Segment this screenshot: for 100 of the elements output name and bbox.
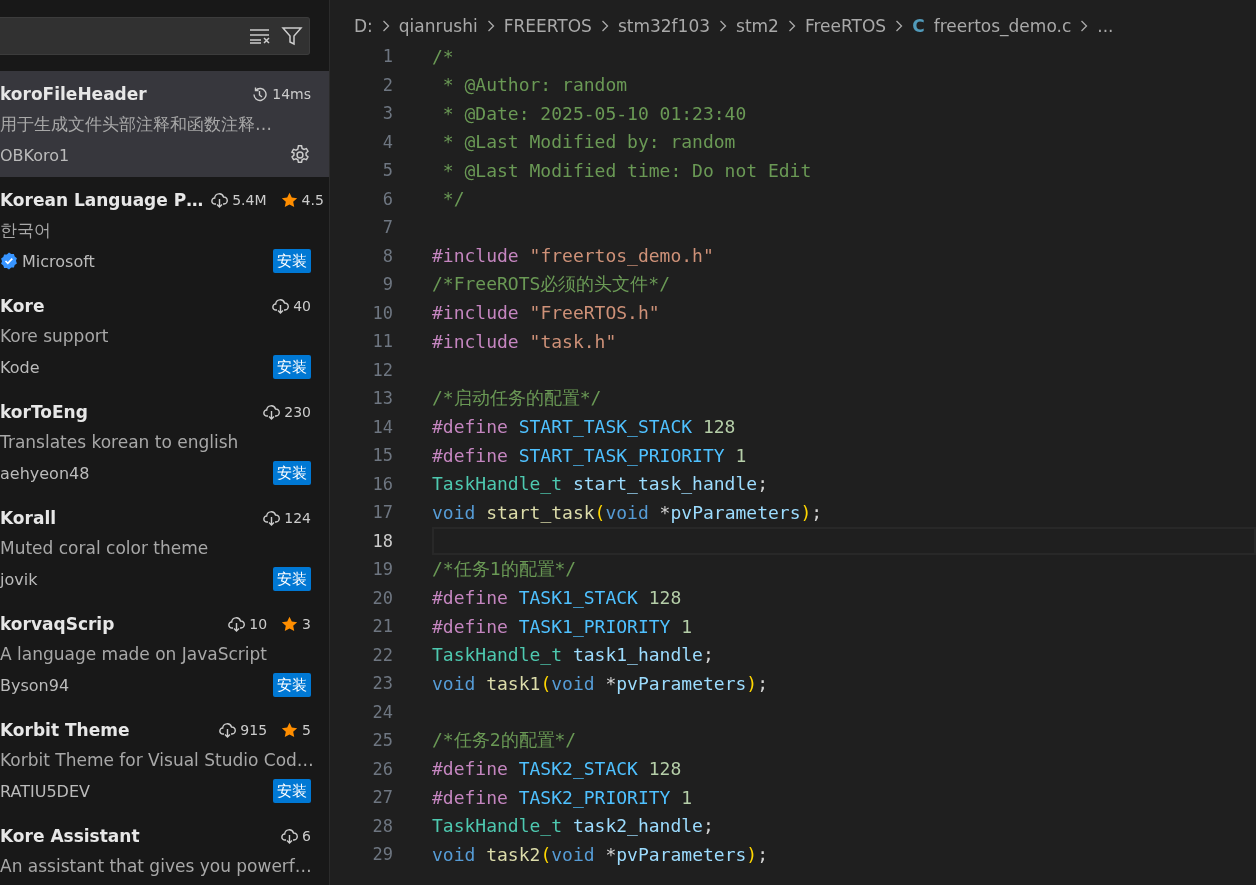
code-line: /*任务2的配置*/ bbox=[432, 728, 577, 753]
line-number: 29 bbox=[371, 844, 393, 865]
install-button[interactable]: 安装 bbox=[273, 779, 311, 803]
extension-description: Muted coral color theme bbox=[0, 537, 210, 560]
code-line: #include "FreeRTOS.h" bbox=[432, 302, 660, 324]
verified-icon bbox=[0, 252, 18, 270]
code-line: #define TASK1_PRIORITY 1 bbox=[432, 615, 693, 637]
line-number: 24 bbox=[371, 701, 393, 722]
star-icon bbox=[281, 722, 299, 738]
line-number: 16 bbox=[371, 473, 393, 494]
line-number: 25 bbox=[371, 730, 393, 751]
clear-filter-icon[interactable] bbox=[249, 28, 271, 44]
breadcrumb-item[interactable]: qianrushi bbox=[398, 16, 478, 36]
install-button[interactable]: 安装 bbox=[273, 249, 311, 273]
search-field[interactable] bbox=[0, 17, 310, 55]
extension-description: A language made on JavaScript bbox=[0, 643, 268, 666]
code-line: * @Last Modified by: random bbox=[441, 131, 736, 153]
breadcrumb-item[interactable]: FREERTOS bbox=[503, 16, 592, 36]
extension-name: Korall bbox=[0, 508, 58, 528]
code-line: #define TASK1_STACK 128 bbox=[432, 587, 682, 609]
line-number: 7 bbox=[381, 217, 393, 238]
breadcrumb-item[interactable]: D: bbox=[354, 16, 373, 36]
extension-name: Korean Language P… bbox=[0, 190, 204, 210]
chevron-icon bbox=[600, 20, 609, 32]
extension-item[interactable]: Korean Language P… 5.4M 4.5 한국어 Microsoft 安装 bbox=[0, 177, 329, 283]
extension-name: korvaqScrip bbox=[0, 614, 116, 634]
breadcrumb-more[interactable]: ... bbox=[1097, 16, 1114, 36]
rating: 3 bbox=[302, 616, 311, 632]
rating: 5 bbox=[302, 722, 311, 738]
breadcrumb-item[interactable]: stm32f103 bbox=[617, 16, 711, 36]
extension-item[interactable]: Korall 124 Muted coral color theme jovik 安装 bbox=[0, 495, 329, 601]
code-line: TaskHandle_t task1_handle; bbox=[432, 644, 714, 666]
publisher-name: Kode bbox=[0, 357, 40, 377]
chevron-icon bbox=[719, 20, 728, 32]
code-line: #define TASK2_STACK 128 bbox=[432, 758, 682, 780]
code-line: * @Last Modified time: Do not Edit bbox=[441, 159, 812, 181]
line-number: 1 bbox=[381, 46, 393, 67]
code-line: /*启动任务的配置*/ bbox=[432, 386, 602, 411]
code-line: TaskHandle_t start_task_handle; bbox=[432, 473, 768, 495]
code-line: #include "freertos_demo.h" bbox=[432, 245, 714, 267]
line-number: 21 bbox=[371, 616, 393, 637]
install-button[interactable]: 安装 bbox=[273, 567, 311, 591]
publisher-name: OBKoro1 bbox=[0, 145, 70, 165]
line-number: 10 bbox=[371, 302, 393, 323]
extension-item[interactable]: koroFileHeader 14ms 用于生成文件头部注释和函数注释… OBKoro1 bbox=[0, 71, 329, 177]
code-line: #define START_TASK_PRIORITY 1 bbox=[432, 444, 747, 466]
download-icon bbox=[263, 404, 281, 420]
extension-description: 用于生成文件头部注释和函数注释… bbox=[0, 113, 273, 136]
line-number: 19 bbox=[371, 559, 393, 580]
line-number: 6 bbox=[381, 188, 393, 209]
extension-name: Kore bbox=[0, 296, 46, 316]
code-line: /* bbox=[432, 45, 454, 67]
breadcrumb-item[interactable]: stm2 bbox=[736, 16, 779, 36]
chevron-icon bbox=[895, 20, 904, 32]
line-number: 15 bbox=[371, 445, 393, 466]
extension-description: 한국어 bbox=[0, 219, 52, 242]
breadcrumb-item[interactable]: freertos_demo.c bbox=[933, 16, 1072, 36]
download-count: 5.4M bbox=[232, 192, 267, 208]
extension-description: Korbit Theme for Visual Studio Cod… bbox=[0, 749, 311, 772]
line-number: 11 bbox=[371, 331, 393, 352]
install-button[interactable]: 安装 bbox=[273, 461, 311, 485]
code-line: #define TASK2_PRIORITY 1 bbox=[432, 786, 693, 808]
extension-item[interactable]: Korbit Theme 915 5 Korbit Theme for Visual Studio Cod… RATIU5DEV 安装 bbox=[0, 707, 329, 813]
chevron-icon bbox=[486, 20, 495, 32]
publisher-name: Byson94 bbox=[0, 675, 70, 695]
download-count: 10 bbox=[249, 616, 268, 632]
extension-description: Kore support bbox=[0, 325, 110, 348]
line-number: 9 bbox=[381, 274, 393, 295]
extension-item[interactable]: Kore 40 Kore support Kode 安装 bbox=[0, 283, 329, 389]
activation-time: 14ms bbox=[272, 86, 311, 102]
download-icon bbox=[211, 192, 229, 208]
line-number: 8 bbox=[381, 245, 393, 266]
publisher-name: RATIU5DEV bbox=[0, 781, 90, 801]
settings-icon[interactable] bbox=[289, 144, 311, 166]
code-line: * @Date: 2025-05-10 01:23:40 bbox=[441, 102, 747, 124]
line-number: 12 bbox=[371, 359, 393, 380]
install-button[interactable]: 安装 bbox=[273, 673, 311, 697]
breadcrumb-item[interactable]: FreeRTOS bbox=[804, 16, 887, 36]
filter-icon[interactable] bbox=[281, 25, 303, 47]
line-number: 14 bbox=[371, 416, 393, 437]
line-number: 13 bbox=[371, 388, 393, 409]
download-count: 230 bbox=[284, 404, 311, 420]
code-line: /*FreeROTS必须的头文件*/ bbox=[432, 272, 671, 297]
line-number: 18 bbox=[371, 530, 393, 551]
extension-name: korToEng bbox=[0, 402, 89, 422]
star-icon bbox=[280, 192, 298, 208]
line-number: 5 bbox=[381, 160, 393, 181]
extension-name: koroFileHeader bbox=[0, 84, 148, 104]
extension-item[interactable]: korvaqScrip 10 3 A language made on JavaScript Byson94 安装 bbox=[0, 601, 329, 707]
download-count: 124 bbox=[284, 510, 311, 526]
line-number: 3 bbox=[381, 103, 393, 124]
rating: 4.5 bbox=[301, 192, 324, 208]
extension-name: Kore Assistant bbox=[0, 826, 141, 846]
publisher-name: Microsoft bbox=[22, 251, 95, 271]
extension-item[interactable]: korToEng 230 Translates korean to english aehyeon48 安装 bbox=[0, 389, 329, 495]
extension-item[interactable]: Kore Assistant 6 An assistant that gives you powerf… bbox=[0, 813, 329, 885]
code-line: #include "task.h" bbox=[432, 330, 617, 352]
extension-name: Korbit Theme bbox=[0, 720, 131, 740]
download-count: 915 bbox=[240, 722, 268, 738]
install-button[interactable]: 安装 bbox=[273, 355, 311, 379]
